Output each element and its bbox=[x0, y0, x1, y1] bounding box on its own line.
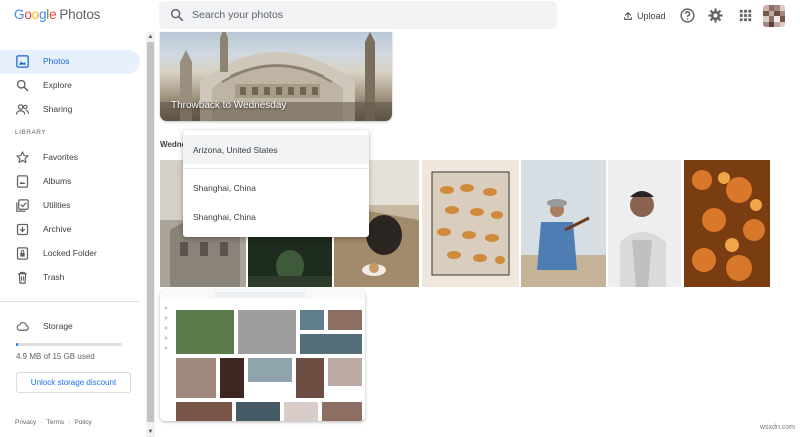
unlock-storage-discount-button[interactable]: Unlock storage discount bbox=[16, 372, 131, 393]
settings-icon[interactable] bbox=[707, 7, 724, 24]
location-option-label: Shanghai, China bbox=[193, 183, 256, 193]
footer-separator: · bbox=[40, 419, 43, 426]
sidebar-item-label: Explore bbox=[43, 80, 72, 90]
sidebar-item-albums[interactable]: Albums bbox=[0, 170, 140, 194]
google-photos-logo[interactable]: Google Photos bbox=[14, 7, 100, 22]
scroll-down-arrow-icon[interactable]: ▼ bbox=[146, 427, 155, 437]
sidebar: Photos Explore Sharing LIBRARY Favorites… bbox=[0, 32, 146, 437]
sidebar-item-trash[interactable]: Trash bbox=[0, 266, 140, 290]
memory-card[interactable]: Throwback to Wednesday bbox=[160, 32, 392, 121]
album-icon bbox=[16, 175, 29, 188]
footer-links: Privacy · Terms · Policy bbox=[15, 419, 92, 426]
footer-separator: · bbox=[68, 419, 71, 426]
sidebar-item-storage[interactable]: Storage bbox=[0, 315, 140, 339]
location-option[interactable]: Shanghai, China bbox=[183, 173, 369, 202]
library-section-label: LIBRARY bbox=[15, 129, 47, 136]
logo-product-name: Photos bbox=[59, 7, 101, 22]
search-bar[interactable] bbox=[159, 1, 557, 29]
photo-thumbnail[interactable] bbox=[684, 160, 770, 287]
sidebar-item-label: Trash bbox=[43, 272, 65, 282]
sidebar-item-label: Albums bbox=[43, 176, 72, 186]
photos-screenshot-image bbox=[160, 290, 365, 421]
autumn-leaves-photo bbox=[684, 160, 770, 287]
sidebar-item-sharing[interactable]: Sharing bbox=[0, 98, 140, 122]
policy-link[interactable]: Policy bbox=[74, 419, 91, 426]
logo-letter: e bbox=[49, 7, 57, 22]
utilities-icon bbox=[16, 199, 29, 212]
search-input[interactable] bbox=[192, 6, 542, 24]
location-dropdown-menu: Arizona, United States Shanghai, China S… bbox=[183, 130, 369, 237]
trash-icon bbox=[18, 271, 27, 284]
menu-divider bbox=[183, 168, 369, 169]
night-photo bbox=[248, 236, 332, 287]
logo-letter: G bbox=[14, 7, 25, 22]
sidebar-item-explore[interactable]: Explore bbox=[0, 74, 140, 98]
sidebar-item-label: Archive bbox=[43, 224, 72, 234]
sidebar-divider bbox=[0, 301, 140, 302]
sidebar-item-archive[interactable]: Archive bbox=[0, 218, 140, 242]
search-icon bbox=[16, 79, 29, 92]
storage-progress-fill bbox=[16, 343, 19, 346]
watermark: wsxdn.com bbox=[760, 424, 796, 431]
apps-grid-icon[interactable] bbox=[737, 7, 754, 24]
archive-icon bbox=[16, 223, 29, 236]
storage-progress-bar bbox=[16, 343, 122, 346]
sidebar-item-photos[interactable]: Photos bbox=[0, 50, 140, 74]
photo-thumbnail[interactable] bbox=[521, 160, 606, 287]
sidebar-item-label: Favorites bbox=[43, 152, 78, 162]
cloud-icon bbox=[16, 322, 29, 331]
photo-thumbnail[interactable] bbox=[422, 160, 519, 287]
memory-title: Throwback to Wednesday bbox=[171, 100, 287, 111]
photo-thumbnail[interactable] bbox=[248, 236, 332, 287]
lock-folder-icon bbox=[16, 247, 29, 260]
logo-letter: o bbox=[24, 7, 32, 22]
sidebar-item-label: Utilities bbox=[43, 200, 71, 210]
portrait-photo bbox=[608, 160, 681, 287]
upload-label: Upload bbox=[637, 11, 666, 21]
search-icon[interactable] bbox=[169, 7, 185, 23]
pastries-photo bbox=[422, 160, 519, 287]
photo-thumbnail[interactable] bbox=[608, 160, 681, 287]
location-option-label: Arizona, United States bbox=[193, 145, 278, 155]
sidebar-item-utilities[interactable]: Utilities bbox=[0, 194, 140, 218]
location-option[interactable]: Arizona, United States bbox=[183, 135, 369, 164]
scrollbar[interactable]: ▲ ▼ bbox=[146, 32, 155, 437]
sidebar-item-label: Sharing bbox=[43, 104, 73, 114]
scrollbar-thumb[interactable] bbox=[147, 42, 154, 422]
logo-letter: o bbox=[31, 7, 40, 22]
location-option-label: Shanghai, China bbox=[193, 212, 256, 222]
storage-usage-text: 4.9 MB of 15 GB used bbox=[16, 352, 95, 361]
terms-link[interactable]: Terms bbox=[46, 419, 64, 426]
location-option[interactable]: Shanghai, China bbox=[183, 202, 369, 231]
sidebar-item-favorites[interactable]: Favorites bbox=[0, 146, 140, 170]
photo-icon bbox=[16, 55, 29, 68]
violinist-photo bbox=[521, 160, 606, 287]
sidebar-item-label: Locked Folder bbox=[43, 248, 97, 258]
sidebar-item-locked-folder[interactable]: Locked Folder bbox=[0, 242, 140, 266]
upload-icon bbox=[624, 12, 632, 20]
upload-button[interactable]: Upload bbox=[623, 8, 666, 24]
top-bar: GooglePhotos Upload bbox=[0, 0, 800, 32]
scroll-up-arrow-icon[interactable]: ▲ bbox=[146, 32, 155, 42]
sidebar-item-label: Photos bbox=[43, 56, 70, 66]
star-icon bbox=[16, 151, 29, 164]
screenshot-thumbnail[interactable] bbox=[160, 290, 365, 421]
sidebar-item-label: Storage bbox=[43, 321, 73, 331]
privacy-link[interactable]: Privacy bbox=[15, 419, 36, 426]
help-icon[interactable] bbox=[679, 7, 696, 24]
account-avatar[interactable] bbox=[763, 5, 785, 27]
people-icon bbox=[15, 104, 29, 115]
